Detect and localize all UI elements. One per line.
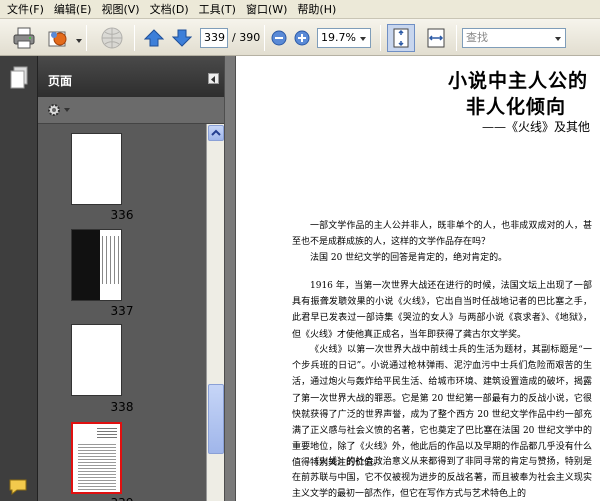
pages-panel: 页面 336 337 338 339	[38, 56, 224, 501]
thumbnail-scrollbar[interactable]	[206, 124, 224, 501]
toolbar: 339 / 390 19.7% 查找	[0, 19, 600, 56]
chevron-down-icon	[360, 37, 366, 41]
fit-width-button[interactable]	[423, 25, 449, 51]
web-button[interactable]	[98, 25, 126, 51]
zoom-value: 19.7%	[321, 31, 356, 44]
chapter-title-line-1: 小说中主人公的	[447, 70, 588, 92]
paragraph: 法国 20 世纪文学的回答是肯定的，绝对肯定的。	[310, 253, 508, 263]
email-button[interactable]	[44, 25, 72, 51]
triangle-left-icon	[211, 76, 215, 83]
fit-width-icon	[427, 28, 445, 48]
scroll-up-button[interactable]	[208, 125, 224, 141]
options-button[interactable]	[46, 102, 70, 118]
panel-toolbar	[38, 97, 224, 124]
fit-page-icon	[393, 28, 409, 48]
email-icon	[48, 31, 67, 47]
zoom-out-button[interactable]	[270, 25, 288, 51]
thumbnail-336[interactable]	[71, 133, 122, 205]
document-page: 小说中主人公的 非人化倾向 ——《火线》及其他 一部文学作品的主人公并非人，既非…	[236, 56, 600, 501]
gear-icon	[48, 104, 60, 116]
navigation-strip	[0, 56, 38, 501]
chapter-title-line-2: 非人化倾向	[465, 96, 566, 118]
menu-file[interactable]: 文件(F)	[4, 0, 51, 19]
menu-bar: 文件(F) 编辑(E) 视图(V) 文档(D) 工具(T) 窗口(W) 帮助(H…	[0, 0, 600, 19]
thumbnail-label: 339	[38, 496, 206, 501]
chevron-down-icon	[555, 37, 561, 41]
fit-page-button[interactable]	[387, 24, 415, 52]
thumbnail-label: 338	[110, 400, 134, 414]
panel-header: 页面	[38, 56, 224, 97]
toolbar-separator	[86, 25, 87, 51]
search-input[interactable]: 查找	[462, 28, 566, 48]
thumbnail-label: 336	[110, 208, 134, 222]
paragraph: 《火线》的社会政治意义从来都得到了非同寻常的肯定与赞扬，特别是在前苏联与中国，它…	[292, 457, 592, 500]
panel-title: 页面	[48, 74, 73, 88]
menu-window[interactable]: 窗口(W)	[243, 0, 294, 19]
panel-collapse-button[interactable]	[208, 73, 219, 84]
comments-nav-button[interactable]	[8, 478, 30, 499]
prev-page-button[interactable]	[142, 25, 166, 51]
pages-icon	[10, 66, 28, 89]
scroll-thumb[interactable]	[208, 384, 224, 454]
chevron-up-icon	[211, 129, 221, 136]
thumbnail-list: 336 337 338 339	[38, 124, 206, 501]
thumbnail-339-selected[interactable]	[71, 422, 122, 494]
toolbar-separator	[456, 25, 457, 51]
comment-icon	[9, 479, 27, 496]
thumbnail-337[interactable]	[71, 229, 122, 301]
zoom-select[interactable]: 19.7%	[317, 28, 371, 48]
zoom-in-button[interactable]	[293, 25, 311, 51]
toolbar-separator	[380, 25, 381, 51]
chapter-subtitle: ——《火线》及其他	[481, 120, 590, 134]
menu-tools[interactable]: 工具(T)	[196, 0, 243, 19]
printer-icon	[13, 27, 35, 49]
pages-nav-button[interactable]	[9, 66, 29, 93]
page-number-input[interactable]: 339	[200, 28, 228, 48]
toolbar-separator	[134, 25, 135, 51]
menu-help[interactable]: 帮助(H)	[294, 0, 343, 19]
prev-page-icon	[144, 29, 164, 47]
zoom-in-icon	[294, 30, 310, 46]
next-page-button[interactable]	[170, 25, 194, 51]
menu-view[interactable]: 视图(V)	[98, 0, 146, 19]
next-page-icon	[172, 29, 192, 47]
paragraph: 1916 年，当第一次世界大战还在进行的时候，法国文坛上出现了一部具有振聋发聩效…	[292, 281, 592, 340]
search-placeholder: 查找	[466, 31, 488, 44]
zoom-out-icon	[271, 30, 287, 46]
print-button[interactable]	[10, 25, 38, 51]
thumbnail-label: 337	[110, 304, 134, 318]
email-dropdown-arrow[interactable]	[76, 39, 82, 43]
total-pages: / 390	[232, 31, 261, 44]
toolbar-separator	[264, 25, 265, 51]
menu-edit[interactable]: 编辑(E)	[51, 0, 99, 19]
paragraph: 《火线》以第一次世界大战中前线士兵的生活为题材，其副标题是“一个步兵班的日记”。…	[292, 345, 592, 469]
thumbnail-338[interactable]	[71, 324, 122, 396]
paragraph: 一部文学作品的主人公并非人，既非单个的人，也非成双成对的人，甚至也不是成群成族的…	[292, 221, 592, 248]
menu-document[interactable]: 文档(D)	[147, 0, 196, 19]
chevron-down-icon	[64, 108, 70, 112]
globe-icon	[101, 27, 123, 49]
panel-splitter[interactable]	[224, 56, 236, 501]
